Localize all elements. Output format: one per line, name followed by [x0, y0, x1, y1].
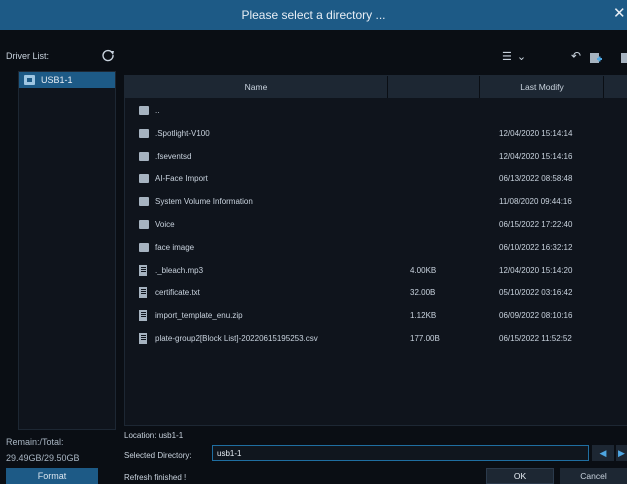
row-name: AI-Face Import	[155, 174, 208, 184]
row-last-modify: 12/04/2020 15:14:20	[499, 265, 573, 275]
row-last-modify: 06/13/2022 08:58:48	[499, 174, 573, 184]
folder-icon	[139, 106, 149, 115]
row-last-modify: 12/04/2020 15:14:16	[499, 151, 573, 161]
column-header-extra	[603, 76, 627, 98]
row-name: Voice	[155, 220, 175, 229]
drive-item-label: USB1-1	[41, 75, 73, 85]
row-size: 1.12KB	[410, 311, 437, 321]
row-size: 177.00B	[410, 334, 440, 343]
file-icon	[139, 287, 147, 299]
folder-icon	[139, 174, 149, 184]
folder-icon	[139, 220, 149, 229]
row-size: 4.00KB	[410, 265, 437, 275]
row-size: 32.00B	[410, 288, 436, 298]
table-row[interactable]: AI-Face Import 06/13/2022 08:58:48	[125, 167, 627, 190]
table-row[interactable]: ._bleach.mp3 4.00KB 12/04/2020 15:14:20	[125, 259, 627, 282]
row-last-modify: 05/10/2022 03:16:42	[499, 288, 573, 298]
status-text: Refresh finished !	[124, 473, 187, 482]
table-row[interactable]: Voice 06/15/2022 17:22:40	[125, 213, 627, 236]
remain-total-value: 29.49GB/29.50GB	[6, 453, 80, 463]
arrow-left-icon[interactable]: ◀	[592, 445, 614, 461]
row-name: .Spotlight-V100	[155, 128, 210, 138]
table-row[interactable]: face image 06/10/2022 16:32:12	[125, 236, 627, 259]
location-text: Location: usb1-1	[124, 431, 184, 440]
row-name: plate-group2[Block List]-20220615195253.…	[155, 334, 318, 343]
row-name: face image	[155, 242, 195, 252]
dialog-title: Please select a directory ...	[241, 8, 386, 22]
table-row[interactable]: plate-group2[Block List]-20220615195253.…	[125, 327, 627, 350]
row-last-modify: 06/09/2022 08:10:16	[499, 311, 573, 321]
folder-icon	[139, 128, 149, 138]
folder-icon	[139, 197, 149, 207]
column-header-name[interactable]: Name	[125, 76, 387, 98]
chevron-down-icon: ⌄	[516, 50, 527, 63]
refresh-icon[interactable]	[101, 48, 115, 62]
row-last-modify: 06/15/2022 11:52:52	[499, 334, 572, 343]
usb-drive-icon	[24, 75, 35, 85]
file-icon	[139, 310, 147, 322]
row-name: ..	[155, 106, 160, 115]
remain-total-label: Remain:/Total:	[6, 437, 64, 447]
column-header-size[interactable]	[387, 76, 480, 98]
table-row[interactable]: ..	[125, 99, 627, 122]
drive-item-usb1-1[interactable]: USB1-1	[19, 72, 115, 88]
dialog-title-bar: Please select a directory ... ✕	[0, 0, 627, 30]
table-row[interactable]: .Spotlight-V100 12/04/2020 15:14:14	[125, 122, 627, 145]
list-view-icon: ☰	[502, 50, 512, 63]
row-name: ._bleach.mp3	[155, 265, 204, 275]
column-header-last-modify[interactable]: Last Modify	[479, 76, 604, 98]
row-name: System Volume Information	[155, 197, 253, 207]
table-row[interactable]: System Volume Information 11/08/2020 09:4…	[125, 190, 627, 213]
row-last-modify: 12/04/2020 15:14:14	[499, 128, 573, 138]
view-mode-selector[interactable]: ☰ ⌄	[502, 48, 526, 64]
file-table: Name Last Modify .. .Spotlight-V100 12/04/…	[124, 75, 627, 426]
row-name: .fseventsd	[155, 151, 192, 161]
folder-icon	[139, 242, 149, 252]
folder-icon	[139, 151, 149, 161]
row-last-modify: 11/08/2020 09:44:16	[499, 197, 572, 207]
selected-directory-label: Selected Directory:	[124, 451, 192, 460]
table-row[interactable]: .fseventsd 12/04/2020 15:14:16	[125, 145, 627, 168]
file-icon	[139, 333, 147, 344]
ok-button[interactable]: OK	[486, 468, 554, 484]
close-icon[interactable]: ✕	[613, 6, 627, 22]
row-name: certificate.txt	[155, 288, 200, 298]
driver-list-panel: USB1-1	[18, 71, 116, 430]
delete-icon[interactable]	[620, 50, 627, 66]
selected-directory-input[interactable]: usb1-1	[212, 445, 589, 461]
table-row[interactable]: import_template_enu.zip 1.12KB 06/09/2022 …	[125, 304, 627, 327]
row-last-modify: 06/10/2022 16:32:12	[499, 242, 573, 252]
back-icon[interactable]: ↶	[571, 48, 581, 64]
new-folder-icon[interactable]	[589, 50, 603, 66]
row-name: import_template_enu.zip	[155, 311, 243, 321]
row-last-modify: 06/15/2022 17:22:40	[499, 220, 573, 229]
format-button[interactable]: Format	[6, 468, 98, 484]
table-header: Name Last Modify	[125, 76, 627, 98]
arrow-right-icon[interactable]: ▶	[616, 445, 627, 461]
file-icon	[139, 264, 147, 276]
cancel-button[interactable]: Cancel	[560, 468, 627, 484]
table-row[interactable]: certificate.txt 32.00B 05/10/2022 03:16:42	[125, 281, 627, 304]
driver-list-label: Driver List:	[6, 51, 50, 61]
